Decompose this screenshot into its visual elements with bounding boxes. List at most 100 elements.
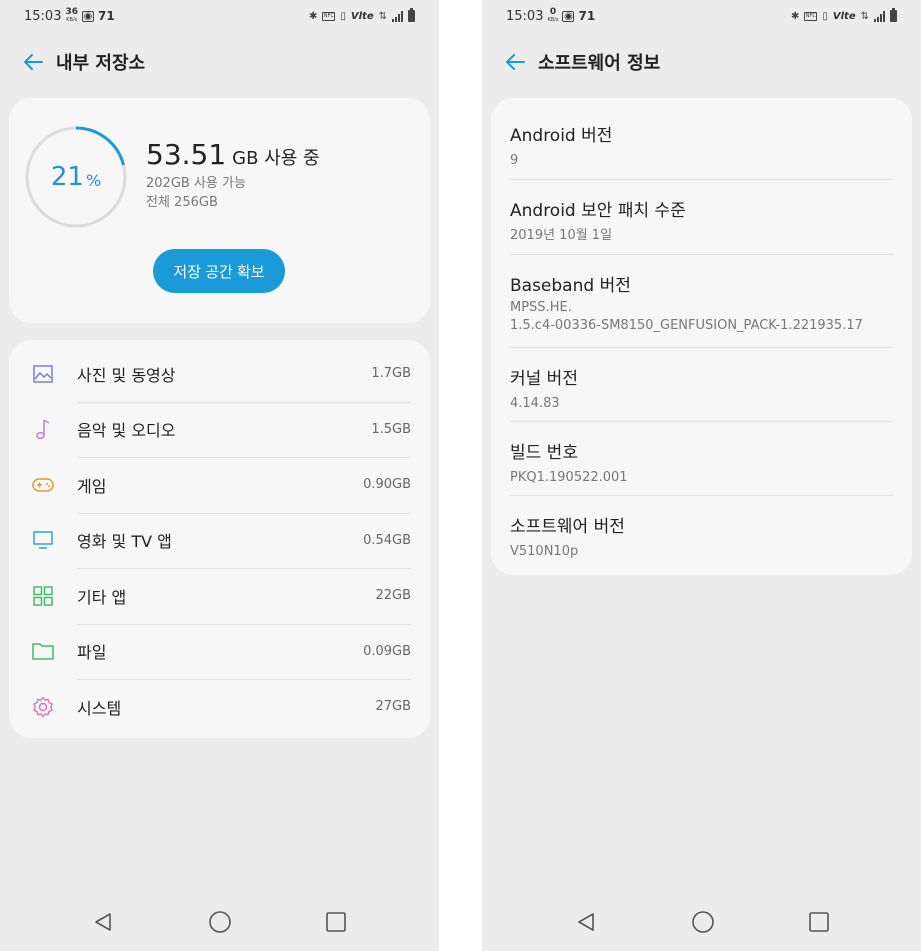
app-bar: 내부 저장소 [0, 44, 439, 80]
category-size: 1.5GB [371, 421, 411, 437]
volte-icon: Vlte [832, 10, 856, 22]
used-storage-value: 53.51 [146, 138, 227, 171]
used-storage-unit: GB 사용 중 [232, 148, 320, 169]
data-icon: ⇅ [860, 10, 869, 22]
network-speed-value: 0 [549, 7, 557, 17]
gear-icon [32, 696, 54, 718]
software-info-list: Android 버전 9 Android 보안 패치 수준 2019년 10월 … [491, 98, 912, 575]
category-label: 기타 앱 [77, 587, 127, 607]
info-value: 4.14.83 [510, 396, 560, 411]
info-title: 빌드 번호 [510, 443, 578, 463]
category-size: 0.90GB [363, 477, 411, 493]
category-size: 27GB [375, 699, 411, 715]
status-bar: 15:03 36 KB/s ◉ 71 ✱ NFC ▯ Vlte ⇅ [0, 0, 439, 32]
status-bar: 15:03 0 KB/s ◉ 71 ✱ NFC ▯ Vlte ⇅ [482, 0, 921, 32]
category-music-audio[interactable]: 음악 및 오디오 1.5GB [9, 401, 430, 458]
info-value: V510N10p [510, 544, 579, 559]
category-label: 게임 [77, 476, 107, 496]
category-size: 1.7GB [371, 366, 411, 382]
battery-level: 71 [98, 9, 115, 23]
info-android-version: Android 버전 9 [491, 98, 912, 179]
category-label: 영화 및 TV 앱 [77, 532, 172, 552]
category-games[interactable]: 게임 0.90GB [9, 457, 430, 513]
battery-icon [408, 8, 415, 22]
category-movies-tv[interactable]: 영화 및 TV 앱 0.54GB [9, 512, 430, 569]
usage-percent-sign: % [85, 170, 102, 190]
category-system[interactable]: 시스템 27GB [9, 679, 430, 735]
category-photos-videos[interactable]: 사진 및 동영상 1.7GB [9, 346, 430, 402]
network-speed-unit: KB/s [66, 17, 78, 23]
gamepad-icon [32, 474, 54, 496]
software-info-screen: 15:03 0 KB/s ◉ 71 ✱ NFC ▯ Vlte ⇅ 소프트웨어 정… [482, 0, 921, 951]
category-label: 사진 및 동영상 [77, 365, 176, 385]
info-software-version: 소프트웨어 버전 V510N10p [491, 495, 912, 575]
nfc-icon: NFC [322, 11, 336, 21]
volte-icon: Vlte [350, 10, 374, 22]
info-title: 커널 버전 [510, 369, 578, 389]
info-security-patch: Android 보안 패치 수준 2019년 10월 1일 [491, 179, 912, 254]
nav-recents-icon[interactable] [804, 907, 834, 937]
data-icon: ⇅ [378, 10, 387, 22]
back-arrow-icon[interactable] [22, 51, 44, 73]
category-label: 시스템 [77, 698, 122, 718]
total-storage: 전체 256GB [146, 195, 218, 210]
nav-back-icon[interactable] [571, 907, 601, 937]
usage-percent: 21 % [25, 126, 127, 228]
info-title: 소프트웨어 버전 [510, 517, 625, 537]
battery-icon [890, 8, 897, 22]
tv-icon [32, 529, 54, 551]
page-title: 소프트웨어 정보 [538, 53, 661, 74]
status-time: 15:03 [24, 8, 62, 24]
nav-recents-icon[interactable] [321, 907, 351, 937]
battery-level: 71 [578, 9, 596, 23]
network-speed-unit: KB/s [547, 17, 559, 23]
info-value: PKQ1.190522.001 [510, 470, 628, 485]
image-icon [32, 363, 54, 385]
info-baseband-version: Baseband 버전 MPSS.HE. 1.5.c4-00336-SM8150… [491, 254, 912, 347]
used-storage: 53.51 GB 사용 중 [146, 138, 320, 171]
vibrate-icon: ▯ [340, 10, 346, 22]
category-size: 0.54GB [363, 532, 411, 548]
screenshot-icon: ◉ [562, 10, 575, 22]
category-other-apps[interactable]: 기타 앱 22GB [9, 568, 430, 624]
music-note-icon [32, 418, 54, 440]
folder-icon [32, 640, 54, 662]
info-value: 9 [510, 153, 519, 168]
navigation-bar [0, 893, 439, 951]
app-bar: 소프트웨어 정보 [482, 44, 921, 80]
category-label: 파일 [77, 643, 107, 663]
info-title: Android 보안 패치 수준 [510, 201, 686, 221]
signal-icon [392, 10, 403, 22]
screenshot-icon: ◉ [82, 10, 94, 22]
usage-percent-value: 21 [50, 162, 84, 192]
page-title: 내부 저장소 [56, 53, 146, 74]
status-time: 15:03 [506, 8, 544, 24]
storage-category-list: 사진 및 동영상 1.7GB 음악 및 오디오 1.5GB 게임 0.90GB … [9, 340, 430, 738]
status-icons: ✱ NFC ▯ Vlte ⇅ [308, 8, 415, 22]
nav-back-icon[interactable] [88, 907, 118, 937]
back-arrow-icon[interactable] [504, 51, 526, 73]
free-up-space-button[interactable]: 저장 공간 확보 [153, 249, 285, 293]
info-title: Android 버전 [510, 126, 613, 146]
vibrate-icon: ▯ [822, 10, 828, 22]
network-speed: 36 KB/s [65, 8, 78, 24]
network-speed: 0 KB/s [547, 8, 558, 24]
nfc-icon: NFC [804, 11, 818, 21]
bluetooth-icon: ✱ [790, 10, 800, 22]
category-label: 음악 및 오디오 [77, 421, 176, 441]
nav-home-icon[interactable] [688, 907, 718, 937]
info-title: Baseband 버전 [510, 276, 631, 296]
storage-screen: 15:03 36 KB/s ◉ 71 ✱ NFC ▯ Vlte ⇅ 내부 저장소 [0, 0, 439, 951]
navigation-bar [482, 893, 921, 951]
info-value-line2: 1.5.c4-00336-SM8150_GENFUSION_PACK-1.221… [510, 318, 863, 333]
status-icons: ✱ NFC ▯ Vlte ⇅ [790, 8, 897, 22]
info-kernel-version: 커널 버전 4.14.83 [491, 347, 912, 421]
category-size: 0.09GB [363, 643, 411, 659]
nav-home-icon[interactable] [205, 907, 235, 937]
category-files[interactable]: 파일 0.09GB [9, 623, 430, 680]
network-speed-value: 36 [65, 7, 78, 17]
info-value: 2019년 10월 1일 [510, 228, 613, 243]
info-build-number: 빌드 번호 PKQ1.190522.001 [491, 421, 912, 495]
storage-summary-card: 21 % 53.51 GB 사용 중 202GB 사용 가능 전체 256GB … [9, 98, 430, 323]
bluetooth-icon: ✱ [308, 10, 318, 22]
